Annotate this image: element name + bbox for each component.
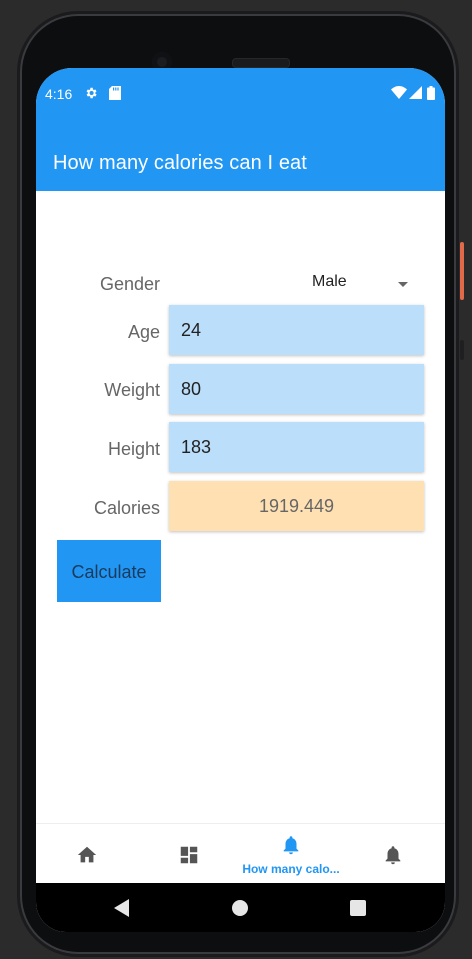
- status-time: 4:16: [45, 86, 73, 102]
- settings-icon: [84, 86, 98, 103]
- page-title: How many calories can I eat: [53, 152, 307, 174]
- nav-item-home[interactable]: [36, 824, 138, 884]
- notifications-icon: [280, 834, 302, 856]
- volume-button[interactable]: [460, 340, 464, 360]
- battery-icon: [427, 86, 435, 103]
- age-label: Age: [127, 322, 160, 342]
- sd-card-icon: [109, 86, 121, 103]
- wifi-icon: [391, 86, 407, 102]
- recents-icon[interactable]: [350, 900, 366, 921]
- calculate-button[interactable]: Calculate: [57, 540, 161, 602]
- nav-item-notifications[interactable]: [342, 824, 444, 884]
- dashboard-icon: [178, 844, 200, 866]
- home-circle-icon[interactable]: [232, 900, 248, 921]
- age-input[interactable]: 24: [169, 305, 424, 355]
- dropdown-arrow-icon: [398, 282, 408, 287]
- back-icon[interactable]: [114, 899, 130, 922]
- power-button[interactable]: [460, 242, 464, 300]
- nav-item-calories[interactable]: How many calo...: [240, 824, 342, 884]
- weight-label: Weight: [104, 380, 160, 400]
- weight-input[interactable]: 80: [169, 364, 424, 414]
- calories-result: 1919.449: [169, 481, 424, 531]
- gender-dropdown[interactable]: Male: [312, 273, 408, 297]
- height-label: Height: [107, 439, 160, 459]
- earpiece-speaker: [232, 58, 290, 68]
- height-input[interactable]: 183: [169, 422, 424, 472]
- notifications-icon: [382, 844, 404, 866]
- calories-label: Calories: [93, 498, 160, 518]
- gender-label: Gender: [99, 274, 160, 294]
- screen: 4:16 How many calories can I eat Gender …: [36, 68, 445, 932]
- nav-item-dashboard[interactable]: [138, 824, 240, 884]
- status-bar: 4:16: [36, 68, 445, 118]
- gender-selected-value: Male: [312, 273, 347, 290]
- home-icon: [76, 844, 98, 866]
- bottom-navigation: How many calo...: [36, 823, 445, 884]
- system-navigation-bar: [36, 883, 445, 932]
- cell-signal-icon: [409, 86, 422, 102]
- nav-label-calories: How many calo...: [242, 862, 340, 876]
